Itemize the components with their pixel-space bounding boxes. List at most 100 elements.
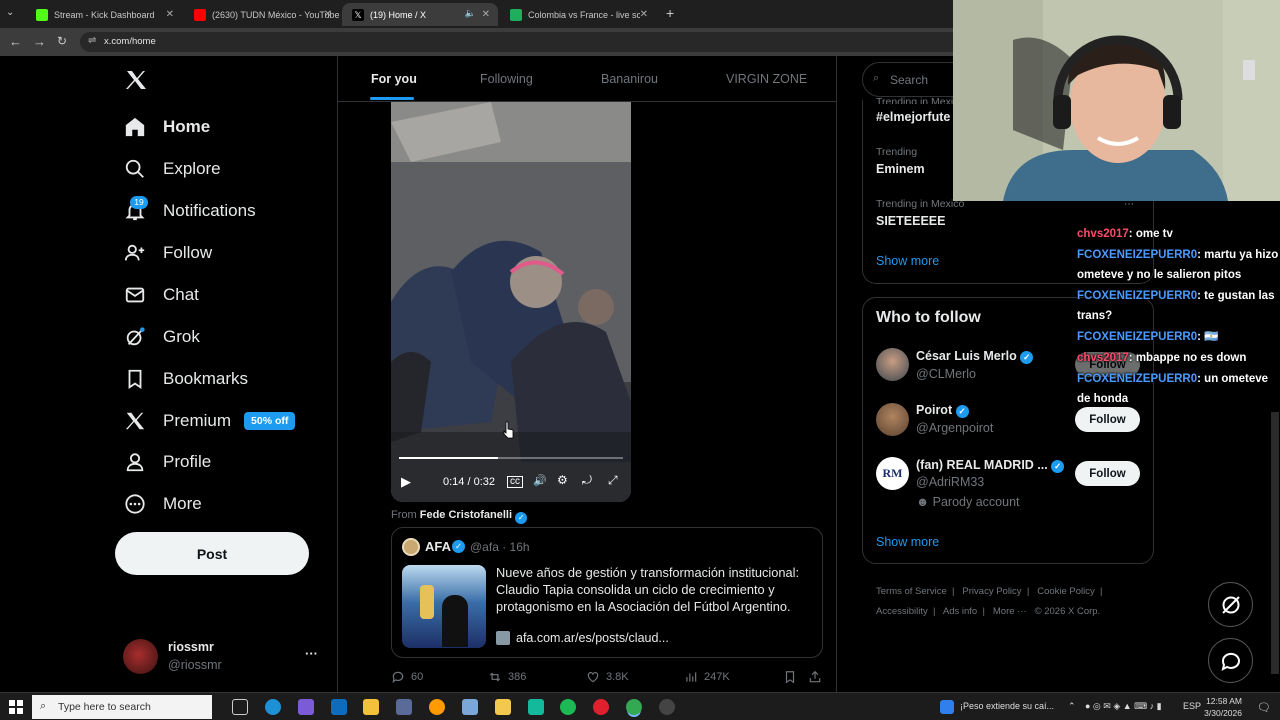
tab-search-chevron-icon[interactable]: ⌄ bbox=[6, 7, 14, 18]
footer-link[interactable]: Accessibility bbox=[876, 606, 928, 617]
footer-link[interactable]: More ··· bbox=[993, 606, 1027, 617]
outlook-icon[interactable] bbox=[331, 699, 347, 715]
tray-chevron-icon[interactable]: ⌃ bbox=[1068, 701, 1076, 712]
forward-arrow-icon[interactable]: → bbox=[33, 34, 46, 49]
follow-button[interactable]: Follow bbox=[1075, 461, 1140, 486]
site-info-icon[interactable]: ⇌ bbox=[88, 35, 96, 46]
who-to-follow-title: Who to follow bbox=[876, 309, 981, 326]
avatar[interactable] bbox=[876, 348, 909, 381]
close-tab-icon[interactable]: ✕ bbox=[324, 9, 332, 20]
suggested-user-name[interactable]: Poirot ✓ bbox=[916, 403, 969, 418]
captions-icon[interactable]: cc bbox=[507, 476, 523, 488]
play-icon[interactable]: ▶ bbox=[401, 474, 411, 490]
footer-link[interactable]: Cookie Policy bbox=[1037, 586, 1095, 597]
trend-item[interactable]: SIETEEEEE bbox=[876, 214, 945, 228]
file-explorer-icon[interactable] bbox=[495, 699, 511, 715]
address-bar[interactable]: ⇌ x.com/home bbox=[80, 32, 960, 52]
sidebar-item-bookmarks[interactable]: Bookmarks bbox=[124, 361, 248, 397]
browser-tab-livescore[interactable]: Colombia vs France - live score ✕ bbox=[500, 3, 656, 26]
browser-tab-kick[interactable]: Stream - Kick Dashboard ✕ bbox=[26, 3, 182, 26]
x-logo-icon[interactable] bbox=[124, 68, 148, 97]
tab-following[interactable]: Following bbox=[480, 72, 533, 86]
close-tab-icon[interactable]: ✕ bbox=[482, 9, 490, 20]
fullscreen-icon[interactable]: ⤢ bbox=[608, 473, 618, 488]
language-indicator[interactable]: ESP bbox=[1183, 701, 1201, 711]
reload-icon[interactable]: ↻ bbox=[57, 34, 67, 48]
messages-float-button[interactable] bbox=[1208, 638, 1253, 683]
footer-link[interactable]: Privacy Policy bbox=[962, 586, 1021, 597]
chat-more-icon[interactable]: ⋯ bbox=[1124, 199, 1134, 210]
copilot-icon[interactable] bbox=[298, 699, 314, 715]
footer-link[interactable]: Ads info bbox=[943, 606, 977, 617]
who-show-more-link[interactable]: Show more bbox=[876, 535, 939, 549]
quoted-link[interactable]: afa.com.ar/es/posts/claud... bbox=[496, 631, 669, 645]
tray-icons[interactable]: ● ◎ ✉ ◈ ▲ ⌨ ♪ ▮ bbox=[1085, 701, 1162, 712]
taskbar-search-input[interactable]: ⌕ Type here to search bbox=[32, 695, 212, 719]
sidebar-item-more[interactable]: More bbox=[124, 486, 202, 522]
settings-gear-icon[interactable]: ⚙ bbox=[557, 473, 568, 487]
avatar[interactable] bbox=[876, 403, 909, 436]
app-icon[interactable] bbox=[396, 699, 412, 715]
chrome-icon[interactable] bbox=[626, 699, 642, 715]
tab-for-you[interactable]: For you bbox=[371, 72, 417, 86]
trend-item[interactable]: Eminem bbox=[876, 162, 925, 176]
sidebar-item-notifications[interactable]: 19 Notifications bbox=[124, 193, 256, 229]
volume-icon[interactable]: 🔊 bbox=[533, 474, 547, 487]
tab-virgin-zone[interactable]: VIRGIN ZONE bbox=[726, 72, 807, 86]
active-tab-indicator bbox=[370, 97, 414, 100]
speaker-icon[interactable]: 🔈 bbox=[465, 8, 476, 19]
firefox-icon[interactable] bbox=[429, 699, 445, 715]
footer-link[interactable]: Terms of Service bbox=[876, 586, 947, 597]
browser-tab-youtube[interactable]: (2630) TUDN México - YouTube ✕ bbox=[184, 3, 340, 26]
close-tab-icon[interactable]: ✕ bbox=[166, 9, 174, 20]
edge-icon[interactable] bbox=[265, 699, 281, 715]
notification-center-icon[interactable]: 🗨 bbox=[1257, 701, 1271, 714]
spotify-icon[interactable] bbox=[560, 699, 576, 715]
account-menu-button[interactable]: ··· bbox=[305, 646, 318, 661]
quoted-author-name[interactable]: AFA bbox=[425, 539, 451, 554]
source-name-link[interactable]: Fede Cristofanelli bbox=[420, 509, 512, 521]
avatar[interactable]: RM bbox=[876, 457, 909, 490]
sidebar-item-premium[interactable]: Premium 50% off bbox=[124, 403, 296, 439]
sidebar-item-home[interactable]: Home bbox=[124, 109, 210, 145]
windows-start-icon[interactable] bbox=[9, 700, 23, 714]
reply-button[interactable]: 60 bbox=[391, 670, 423, 684]
like-button[interactable]: 3.8K bbox=[586, 670, 629, 684]
tab-bananirou[interactable]: Bananirou bbox=[601, 72, 658, 86]
news-ticker[interactable]: ¡Peso extiende su caí... bbox=[960, 701, 1054, 711]
suggested-user-name[interactable]: César Luis Merlo ✓ bbox=[916, 349, 1034, 364]
opera-icon[interactable] bbox=[593, 699, 609, 715]
news-widget-icon[interactable] bbox=[940, 700, 954, 714]
views-button[interactable]: 247K bbox=[684, 670, 730, 684]
task-view-icon[interactable] bbox=[232, 699, 248, 715]
new-tab-button[interactable]: + bbox=[666, 5, 674, 21]
grok-icon bbox=[126, 327, 145, 346]
obs-icon[interactable] bbox=[659, 699, 675, 715]
trend-item[interactable]: #elmejorfute bbox=[876, 110, 950, 124]
back-arrow-icon[interactable]: ← bbox=[9, 34, 22, 49]
grok-float-button[interactable] bbox=[1208, 582, 1253, 627]
repost-button[interactable]: 386 bbox=[488, 670, 526, 684]
share-button[interactable] bbox=[808, 670, 828, 684]
store-icon[interactable] bbox=[363, 699, 379, 715]
clock[interactable]: 12:58 AM 3/30/2026 bbox=[1204, 695, 1242, 719]
video-progress-track[interactable] bbox=[399, 457, 623, 459]
app-icon[interactable] bbox=[528, 699, 544, 715]
trends-show-more-link[interactable]: Show more bbox=[876, 254, 939, 268]
sidebar-item-grok[interactable]: Grok bbox=[124, 319, 200, 355]
sidebar-item-chat[interactable]: Chat bbox=[124, 277, 199, 313]
video-player[interactable]: ▶ 0:14 / 0:32 cc 🔊 ⚙ ⤾ ⤢ bbox=[391, 102, 631, 502]
avatar[interactable] bbox=[123, 639, 158, 674]
browser-tab-x[interactable]: 𝕏 (19) Home / X 🔈 ✕ bbox=[342, 3, 498, 26]
post-button[interactable]: Post bbox=[115, 532, 309, 575]
sidebar-item-explore[interactable]: Explore bbox=[124, 151, 221, 187]
sidebar-item-follow[interactable]: Follow bbox=[124, 235, 212, 271]
bookmark-button[interactable] bbox=[783, 670, 803, 684]
loop-icon[interactable]: ⤾ bbox=[582, 473, 592, 488]
follow-button[interactable]: Follow bbox=[1075, 407, 1140, 432]
sidebar-item-profile[interactable]: Profile bbox=[124, 444, 211, 480]
app-icon[interactable] bbox=[462, 699, 478, 715]
page-scrollbar[interactable] bbox=[1271, 412, 1279, 674]
suggested-user-name[interactable]: (fan) REAL MADRID ... ✓ bbox=[916, 458, 1065, 473]
close-tab-icon[interactable]: ✕ bbox=[640, 9, 648, 20]
